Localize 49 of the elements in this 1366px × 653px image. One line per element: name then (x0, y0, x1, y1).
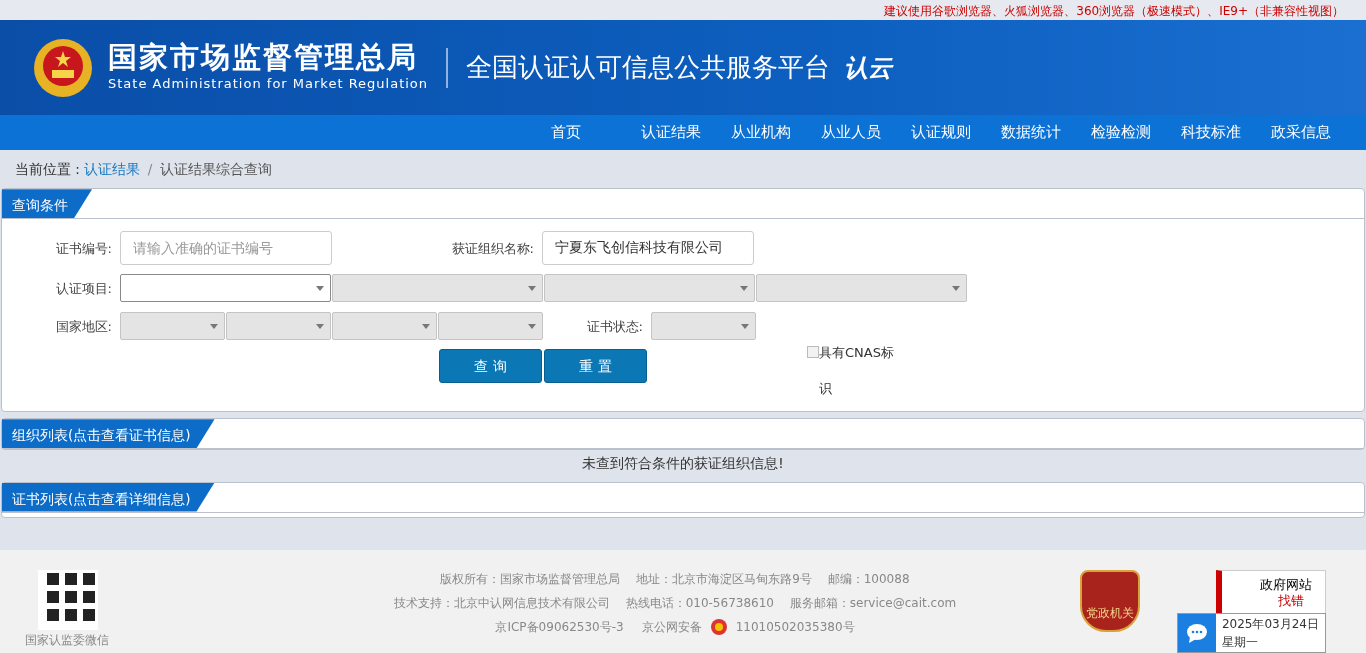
nav-link[interactable]: 从业人员 (806, 115, 896, 150)
breadcrumb-separator: / (147, 160, 153, 179)
footer-text: 版权所有：国家市场监督管理总局 地址：北京市海淀区马甸东路9号 邮编：100088 (439, 571, 911, 588)
police-record-label: 京公网安备 (641, 619, 702, 636)
empty-result-message: 未查到符合条件的获证组织信息! (581, 454, 785, 474)
agency-english-name: State Administration for Market Regulation (108, 74, 429, 93)
icp-number: 京ICP备09062530号-3 (495, 619, 624, 636)
browser-notice: 建议使用谷歌浏览器、火狐浏览器、360浏览器（极速模式）、IE9+（非兼容性视图） (0, 0, 1366, 20)
reset-button[interactable]: 重 置 (544, 349, 647, 384)
field-label: 国家地区: (54, 317, 113, 336)
field-label: 证书状态: (585, 317, 644, 336)
org-name-field[interactable]: 宁夏东飞创信科技有限公司 (542, 231, 754, 266)
national-emblem-icon (32, 36, 94, 99)
checkbox[interactable] (807, 346, 819, 359)
nav-link[interactable]: 从业机构 (716, 115, 806, 150)
nav-link[interactable]: 认证规则 (896, 115, 986, 150)
panel-title: 证书列表(点击查看详细信息) (2, 482, 215, 512)
search-button[interactable]: 查 询 (439, 349, 542, 384)
nav-link[interactable]: 首页 (506, 115, 626, 150)
panel-title: 查询条件 (2, 189, 92, 219)
qr-code-label: 国家认监委微信 (25, 632, 109, 649)
badge-text: 党政机关 (1086, 605, 1134, 622)
agency-name: 国家市场监督管理总局 (108, 41, 419, 74)
police-badge-icon (709, 618, 728, 636)
chat-bubble-icon (1185, 623, 1208, 643)
qr-code-icon (38, 570, 98, 630)
badge-text: 政府网站 (1260, 577, 1313, 593)
breadcrumb-link[interactable]: 认证结果 (83, 159, 140, 180)
police-record-number: 11010502035380号 (735, 619, 855, 636)
nav-link[interactable]: 数据统计 (986, 115, 1076, 150)
panel-title: 组织列表(点击查看证书信息) (2, 419, 215, 449)
nav-link[interactable]: 检验检测 (1076, 115, 1166, 150)
dropdown[interactable] (120, 274, 331, 303)
field-label: 认证项目: (54, 279, 113, 298)
badge-text: 找错 (1277, 593, 1305, 609)
nav-link[interactable]: 科技标准 (1166, 115, 1256, 150)
footer-text: 技术支持：北京中认网信息技术有限公司 热线电话：010-56738610 服务邮箱：service@cait.com (392, 595, 958, 612)
nav-link[interactable]: 政采信息 (1256, 115, 1346, 150)
nav-link[interactable]: 认证结果 (626, 115, 716, 150)
date-text: 2025年03月24日 (1221, 616, 1319, 633)
weekday-text: 星期一 (1221, 634, 1259, 651)
cert-number-field[interactable]: 请输入准确的证书编号 (120, 231, 332, 266)
breadcrumb-label: 当前位置 : (15, 160, 80, 179)
field-label: 获证组织名称: (450, 239, 535, 258)
platform-logo: 认云 (844, 51, 893, 84)
breadcrumb-current: 认证结果综合查询 (160, 160, 273, 179)
platform-title: 全国认证认可信息公共服务平台 (466, 51, 831, 84)
checkbox-label: 具有CNAS标识 (819, 344, 895, 399)
field-label: 证书编号: (54, 239, 113, 258)
